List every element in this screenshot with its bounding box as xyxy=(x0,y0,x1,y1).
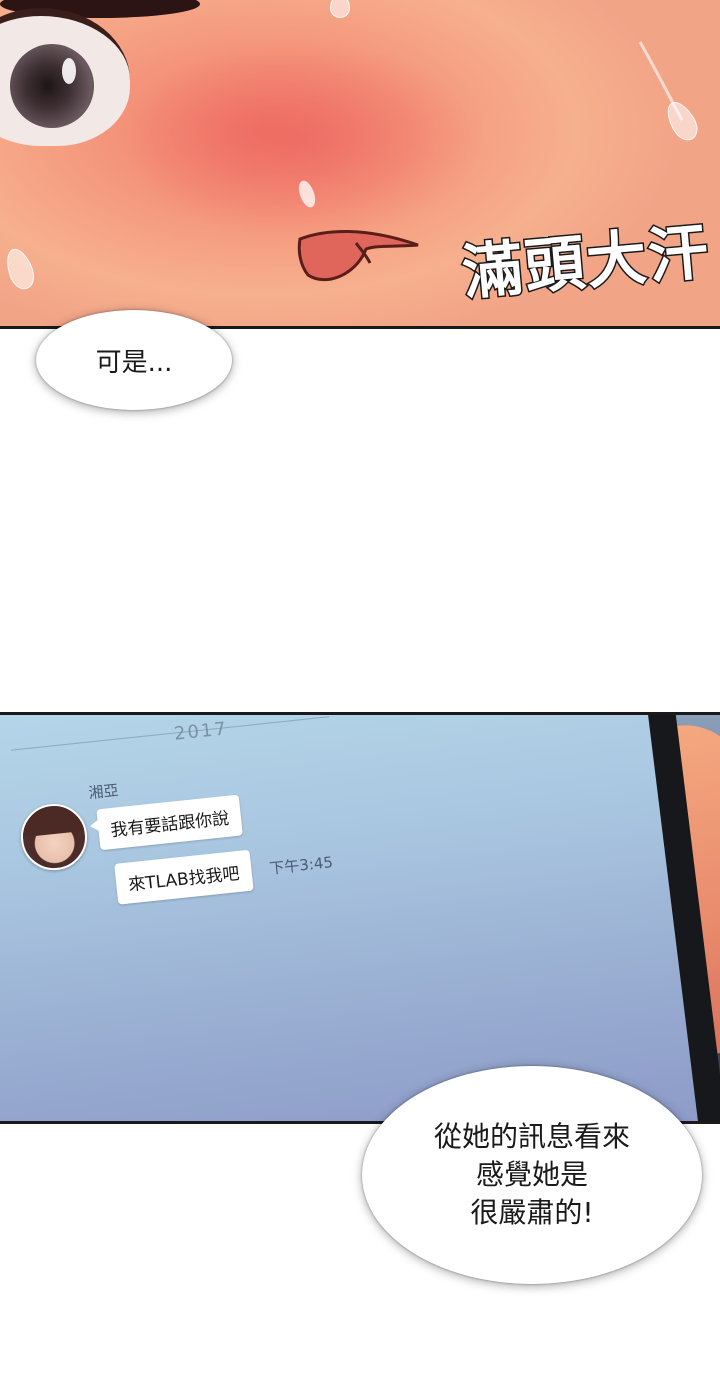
speech-line: 感覺她是 xyxy=(475,1158,588,1191)
avatar-hair xyxy=(17,800,89,838)
iris xyxy=(10,44,94,128)
face-closeup-panel: 滿頭大汗 xyxy=(0,0,720,329)
blush xyxy=(120,40,480,240)
mouth xyxy=(297,230,419,282)
speech-bubble: 從她的訊息看來 感覺她是 很嚴肅的! xyxy=(362,1066,702,1284)
phone-panel: 2017 湘亞 我有要話跟你說 來TLAB找我吧 下午3:45 xyxy=(0,712,720,1124)
speech-text: 可是... xyxy=(95,347,173,378)
sender-name: 湘亞 xyxy=(87,781,120,803)
sweat-drop xyxy=(330,0,350,18)
speech-bubble: 可是... xyxy=(36,310,232,410)
eye-highlight xyxy=(62,58,76,84)
speech-line: 很嚴肅的! xyxy=(470,1196,594,1229)
sweat-drop xyxy=(1,245,39,293)
speech-line: 從她的訊息看來 xyxy=(433,1120,630,1153)
chat-message: 來TLAB找我吧 xyxy=(114,849,254,905)
chat-thread: 湘亞 我有要話跟你說 來TLAB找我吧 下午3:45 xyxy=(0,715,720,1121)
avatar xyxy=(17,800,91,874)
sweat-streak xyxy=(638,41,684,121)
chat-message: 我有要話跟你說 xyxy=(96,794,243,851)
message-time: 下午3:45 xyxy=(268,853,334,878)
sfx-text: 滿頭大汗 xyxy=(458,216,714,310)
